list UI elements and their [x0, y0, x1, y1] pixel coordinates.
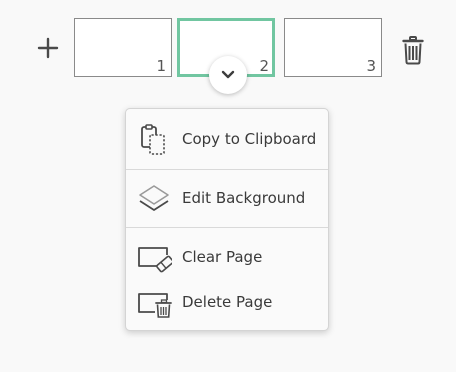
menu-item-edit-background[interactable]: Edit Background — [126, 179, 328, 219]
page-options-menu: Copy to Clipboard Edit Background Clear … — [125, 108, 329, 331]
page-thumbnail-3[interactable]: 3 — [284, 18, 382, 77]
chevron-down-icon — [221, 70, 235, 79]
menu-item-label: Edit Background — [182, 189, 306, 207]
eraser-page-icon — [138, 247, 172, 273]
page-menu-toggle-button[interactable] — [209, 56, 247, 94]
menu-divider — [126, 169, 328, 170]
clipboard-copy-icon — [141, 124, 165, 155]
menu-item-label: Copy to Clipboard — [182, 130, 317, 148]
page-number: 2 — [259, 57, 269, 75]
layers-icon — [139, 185, 169, 211]
page-number: 1 — [156, 57, 166, 75]
menu-item-delete-page[interactable]: Delete Page — [126, 283, 328, 323]
page-thumbnail-1[interactable]: 1 — [74, 18, 172, 77]
add-page-button[interactable] — [36, 36, 60, 60]
menu-divider — [126, 227, 328, 228]
menu-item-label: Clear Page — [182, 248, 263, 266]
menu-item-copy-to-clipboard[interactable]: Copy to Clipboard — [126, 120, 328, 160]
plus-icon — [37, 37, 59, 59]
menu-item-label: Delete Page — [182, 293, 273, 311]
delete-page-button[interactable] — [402, 35, 424, 65]
delete-page-icon — [138, 293, 172, 318]
menu-item-clear-page[interactable]: Clear Page — [126, 238, 328, 278]
trash-icon — [402, 36, 424, 65]
page-number: 3 — [366, 57, 376, 75]
